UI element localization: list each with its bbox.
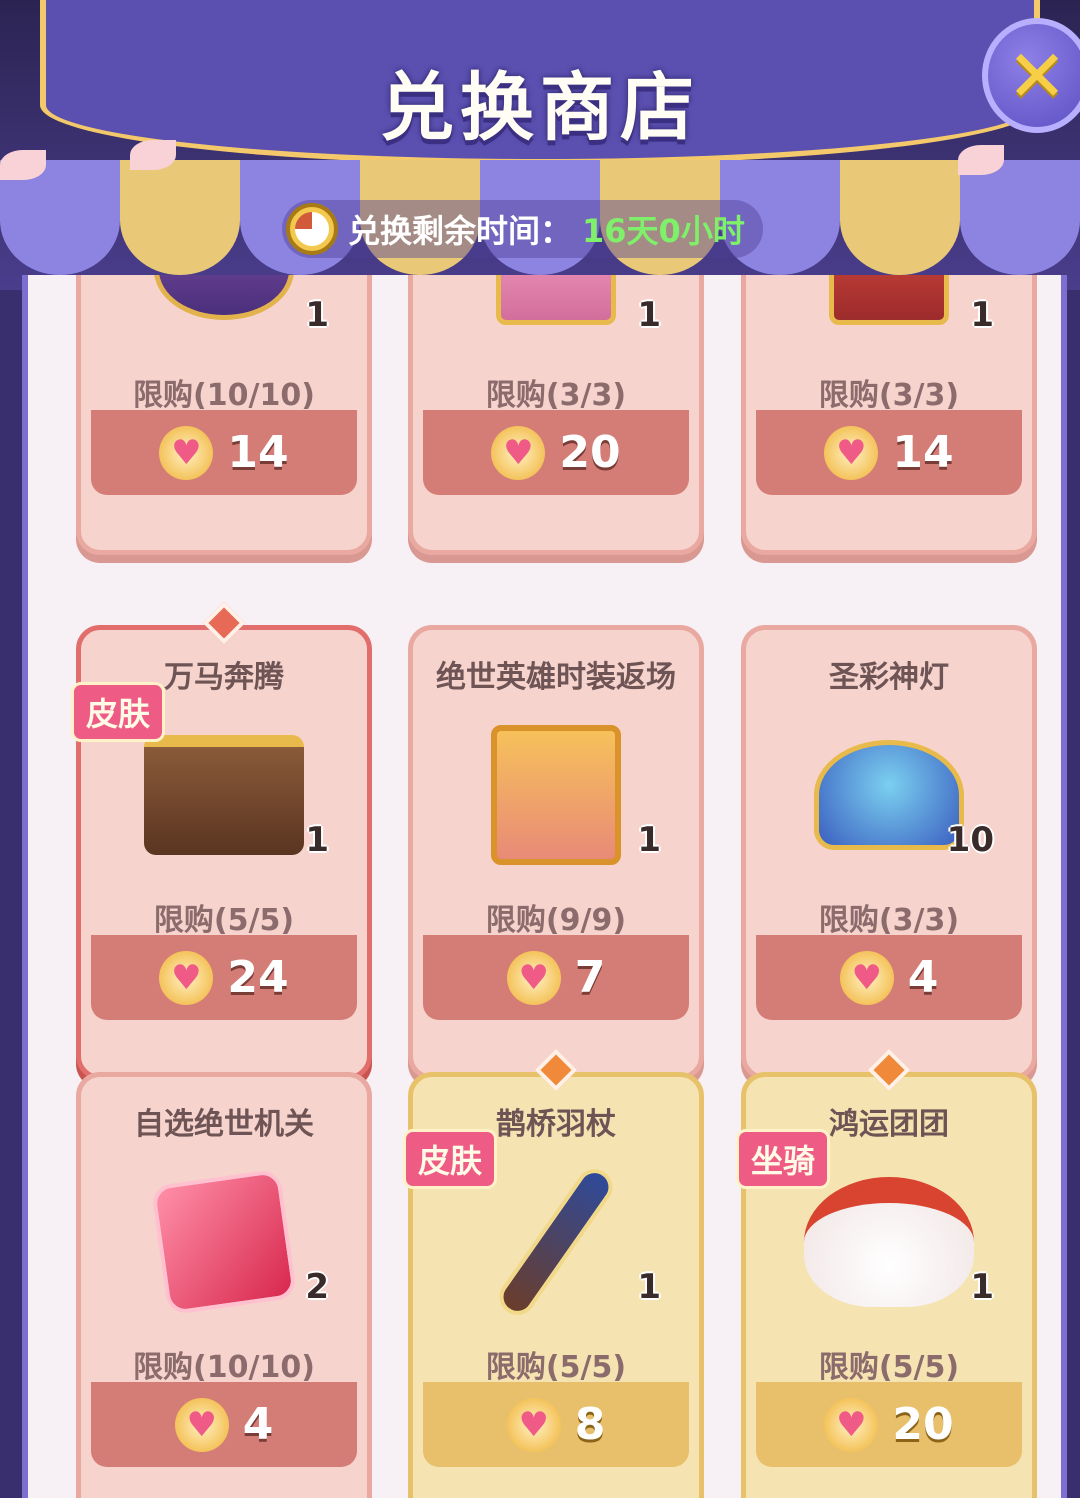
item-grid: 1 限购(10/10) ♥ 14 1 限购(3/3) ♥ 20 1 限购(3/3) ♥ 14 万马奔腾 1… <box>28 275 1061 1498</box>
timer-value: 16天0小时 <box>582 212 745 250</box>
tiger-mount-icon <box>804 1157 974 1327</box>
item-name: 自选绝世机关 <box>134 1107 314 1142</box>
heart-currency-icon: ♥ <box>839 950 894 1005</box>
pink-box-icon <box>471 275 641 355</box>
purchase-limit: 限购(5/5) <box>818 1350 960 1385</box>
close-icon: ✕ <box>1006 33 1068 118</box>
price-value: 20 <box>892 1399 954 1450</box>
price-value: 24 <box>227 952 289 1003</box>
shop-item-card[interactable]: 万马奔腾 1 皮肤 限购(5/5) ♥ 24 <box>71 601 372 1080</box>
price-value: 4 <box>907 952 939 1003</box>
shop-item-card[interactable]: 自选绝世机关 2 限购(10/10) ♥ 4 <box>76 1072 372 1498</box>
clock-icon <box>286 203 338 255</box>
heart-currency-icon: ♥ <box>491 425 546 480</box>
red-cube-icon <box>139 1157 309 1327</box>
price-value: 8 <box>574 1399 606 1450</box>
price-button[interactable]: ♥ 20 <box>423 410 689 495</box>
heart-currency-icon: ♥ <box>506 1397 561 1452</box>
item-quantity: 1 <box>637 820 661 860</box>
gem-icon <box>202 601 246 645</box>
item-tag-badge: 坐骑 <box>736 1129 831 1189</box>
timer-label: 兑换剩余时间： <box>348 212 573 250</box>
price-button[interactable]: ♥ 14 <box>756 410 1022 495</box>
shop-header: 兑换商店 兑换剩余时间： 16天0小时 <box>0 0 1080 290</box>
item-quantity: 1 <box>637 1267 661 1307</box>
shop-item-card[interactable]: 1 限购(3/3) ♥ 20 <box>408 275 704 555</box>
price-button[interactable]: ♥ 7 <box>423 935 689 1020</box>
price-value: 7 <box>574 952 606 1003</box>
petal-decoration <box>0 150 46 180</box>
price-button[interactable]: ♥ 4 <box>91 1382 357 1467</box>
item-quantity: 1 <box>305 820 329 860</box>
price-value: 4 <box>242 1399 274 1450</box>
price-value: 14 <box>892 427 954 478</box>
heart-currency-icon: ♥ <box>824 1397 879 1452</box>
item-name: 圣彩神灯 <box>829 660 949 695</box>
heart-currency-icon: ♥ <box>159 950 214 1005</box>
purple-chest-icon <box>139 275 309 355</box>
petal-decoration <box>130 140 176 170</box>
shop-item-card[interactable]: 鹊桥羽杖 1 皮肤 限购(5/5) ♥ 8 <box>403 1048 704 1498</box>
item-tag-badge: 皮肤 <box>403 1129 498 1189</box>
purchase-limit: 限购(3/3) <box>818 378 960 413</box>
petal-decoration <box>958 145 1004 175</box>
palace-skin-icon <box>139 710 309 880</box>
purchase-limit: 限购(3/3) <box>818 903 960 938</box>
item-quantity: 1 <box>637 295 661 335</box>
purchase-limit: 限购(10/10) <box>133 378 315 413</box>
purchase-limit: 限购(5/5) <box>485 1350 627 1385</box>
heart-currency-icon: ♥ <box>506 950 561 1005</box>
price-button[interactable]: ♥ 20 <box>756 1382 1022 1467</box>
price-button[interactable]: ♥ 8 <box>423 1382 689 1467</box>
page-title: 兑换商店 <box>380 65 700 151</box>
price-button[interactable]: ♥ 14 <box>91 410 357 495</box>
item-quantity: 1 <box>970 1267 994 1307</box>
exchange-timer: 兑换剩余时间： 16天0小时 <box>282 200 763 258</box>
bird-staff-icon <box>471 1157 641 1327</box>
shop-item-card[interactable]: 绝世英雄时装返场 1 限购(9/9) ♥ 7 <box>408 625 704 1080</box>
price-value: 20 <box>559 427 621 478</box>
shop-item-card[interactable]: 鸿运团团 1 坐骑 限购(5/5) ♥ 20 <box>736 1048 1037 1498</box>
heart-currency-icon: ♥ <box>824 425 879 480</box>
item-quantity: 2 <box>305 1267 329 1307</box>
shop-panel: 1 限购(10/10) ♥ 14 1 限购(3/3) ♥ 20 1 限购(3/3) ♥ 14 万马奔腾 1… <box>22 275 1067 1498</box>
shop-item-card[interactable]: 圣彩神灯 10 限购(3/3) ♥ 4 <box>741 625 1037 1080</box>
purchase-limit: 限购(9/9) <box>485 903 627 938</box>
item-quantity: 1 <box>970 295 994 335</box>
red-box-icon <box>804 275 974 355</box>
item-quantity: 1 <box>305 295 329 335</box>
shop-item-card[interactable]: 1 限购(3/3) ♥ 14 <box>741 275 1037 555</box>
purchase-limit: 限购(10/10) <box>133 1350 315 1385</box>
price-value: 14 <box>227 427 289 478</box>
heart-currency-icon: ♥ <box>159 425 214 480</box>
price-button[interactable]: ♥ 4 <box>756 935 1022 1020</box>
purchase-limit: 限购(3/3) <box>485 378 627 413</box>
item-name: 绝世英雄时装返场 <box>436 660 676 695</box>
price-button[interactable]: ♥ 24 <box>91 935 357 1020</box>
item-quantity: 10 <box>946 820 994 860</box>
purchase-limit: 限购(5/5) <box>153 903 295 938</box>
item-tag-badge: 皮肤 <box>71 682 166 742</box>
shop-item-card[interactable]: 1 限购(10/10) ♥ 14 <box>76 275 372 555</box>
cat-mystery-box-icon <box>471 710 641 880</box>
heart-currency-icon: ♥ <box>174 1397 229 1452</box>
